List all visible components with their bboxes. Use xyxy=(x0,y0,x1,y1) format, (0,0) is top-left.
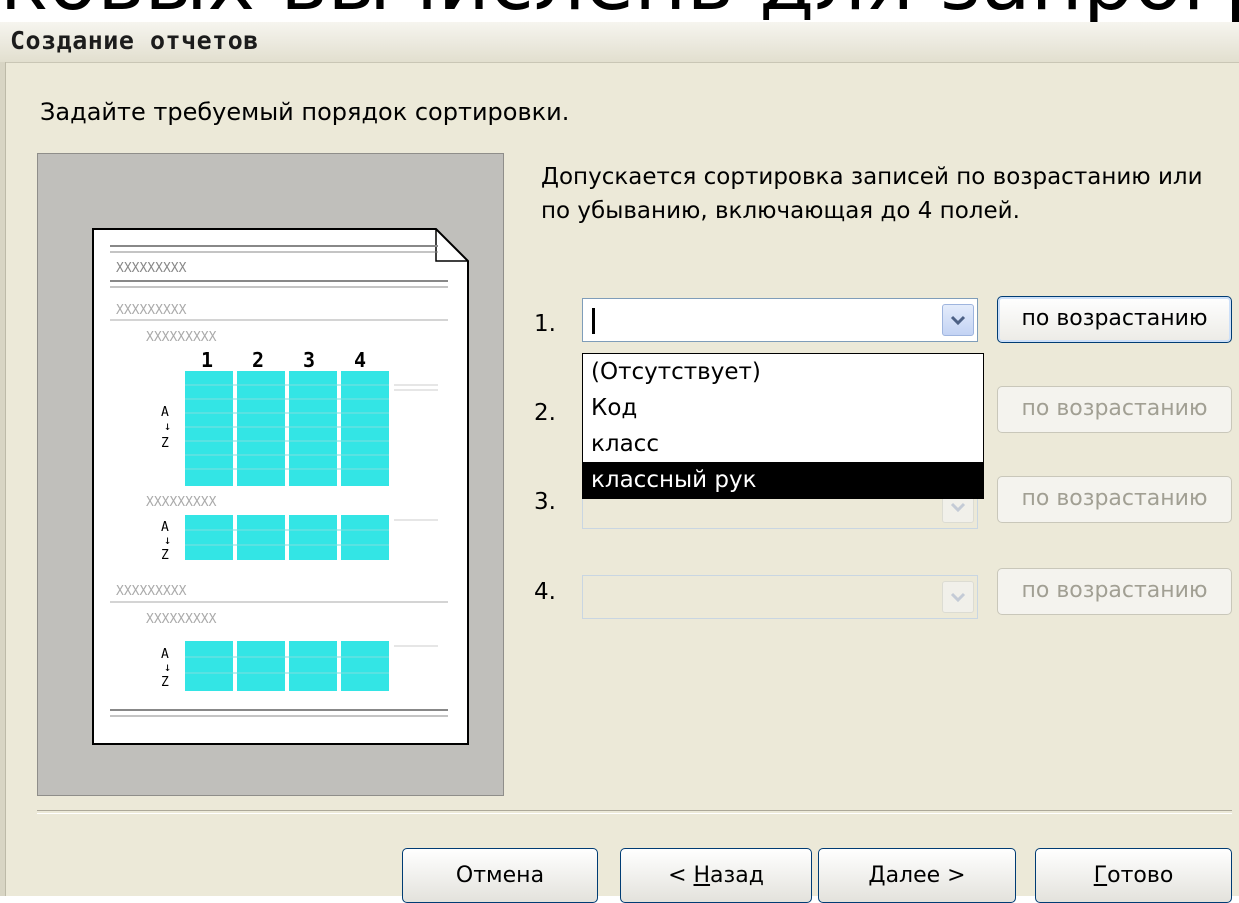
dropdown-option-none[interactable]: (Отсутствует) xyxy=(583,354,983,390)
report-preview-panel: XXXXXXXXX XXXXXXXXX XXXXXXXXX 1 2 3 4 A … xyxy=(37,153,504,796)
sort-marker-z-2: Z xyxy=(161,548,169,563)
instruction-text: Задайте требуемый порядок сортировки. xyxy=(40,98,570,126)
sort-field-combo-4[interactable] xyxy=(582,575,978,619)
next-button[interactable]: Далее > xyxy=(818,848,1016,903)
sort-order-button-2[interactable]: по возрастанию xyxy=(997,386,1232,433)
sort-row-number-2: 2. xyxy=(534,400,556,426)
sort-field-dropdown-list: (Отсутствует) Код класс классный рук xyxy=(582,353,984,499)
group3-placeholder: XXXXXXXXX xyxy=(116,584,187,599)
window-title: Создание отчетов xyxy=(10,26,259,55)
sort-marker-z-1: Z xyxy=(161,436,169,451)
group1-placeholder: XXXXXXXXX xyxy=(116,303,187,318)
combo-dropdown-button-4[interactable] xyxy=(942,581,974,613)
sort-arrow-1: ↓ xyxy=(164,419,171,433)
column-number-3: 3 xyxy=(303,348,315,372)
finish-button[interactable]: Готово xyxy=(1035,848,1232,903)
finish-hotkey: Г xyxy=(1093,863,1108,888)
preview-title-placeholder: XXXXXXXXX xyxy=(116,261,187,276)
combo-dropdown-button-1[interactable] xyxy=(942,304,974,336)
group1-sub-placeholder: XXXXXXXXX xyxy=(146,330,217,345)
sort-row-number-4: 4. xyxy=(534,579,556,605)
chevron-down-icon xyxy=(950,592,966,603)
dropdown-option-klassny-ruk[interactable]: классный рук xyxy=(583,462,983,498)
cancel-button[interactable]: Отмена xyxy=(402,848,598,903)
next-label: алее > xyxy=(885,863,966,888)
sort-marker-a-1: A xyxy=(161,405,169,420)
background-heading: ковых вычислень для запрограммован xyxy=(0,0,1239,22)
text-caret xyxy=(592,308,595,334)
next-hotkey: Д xyxy=(868,863,886,888)
report-wizard-window: Создание отчетов Задайте требуемый поряд… xyxy=(0,22,1239,903)
sort-order-button-3[interactable]: по возрастанию xyxy=(997,476,1232,523)
chevron-down-icon xyxy=(950,315,966,326)
group2-placeholder: XXXXXXXXX xyxy=(146,495,217,510)
column-number-4: 4 xyxy=(354,348,366,372)
sort-arrow-3: ↓ xyxy=(164,660,171,674)
group3-sub-placeholder: XXXXXXXXX xyxy=(146,612,217,627)
report-preview-illustration: XXXXXXXXX XXXXXXXXX XXXXXXXXX 1 2 3 4 A … xyxy=(92,228,469,745)
finish-label: отово xyxy=(1107,863,1174,888)
back-hotkey: Н xyxy=(693,863,711,888)
dropdown-option-kod[interactable]: Код xyxy=(583,390,983,426)
window-left-border xyxy=(0,62,6,896)
sort-marker-z-3: Z xyxy=(161,675,169,690)
sort-row-number-1: 1. xyxy=(534,311,556,337)
title-bar: Создание отчетов xyxy=(0,22,1239,63)
back-button[interactable]: < Назад xyxy=(620,848,812,903)
dropdown-option-klass[interactable]: класс xyxy=(583,426,983,462)
background-heading-text: ковых вычислень для запрограммован xyxy=(0,0,1239,22)
sort-arrow-2: ↓ xyxy=(164,533,171,547)
footer-separator xyxy=(37,810,1232,814)
back-label: азад xyxy=(710,863,764,888)
back-prefix: < xyxy=(668,863,694,888)
sort-row-number-3: 3. xyxy=(534,489,556,515)
sort-field-combo-1[interactable] xyxy=(582,298,978,342)
column-number-1: 1 xyxy=(201,348,213,372)
sort-order-button-4[interactable]: по возрастанию xyxy=(997,568,1232,615)
column-number-2: 2 xyxy=(252,348,264,372)
sort-order-button-1[interactable]: по возрастанию xyxy=(997,296,1232,343)
sort-description: Допускается сортировка записей по возрас… xyxy=(541,164,1203,224)
